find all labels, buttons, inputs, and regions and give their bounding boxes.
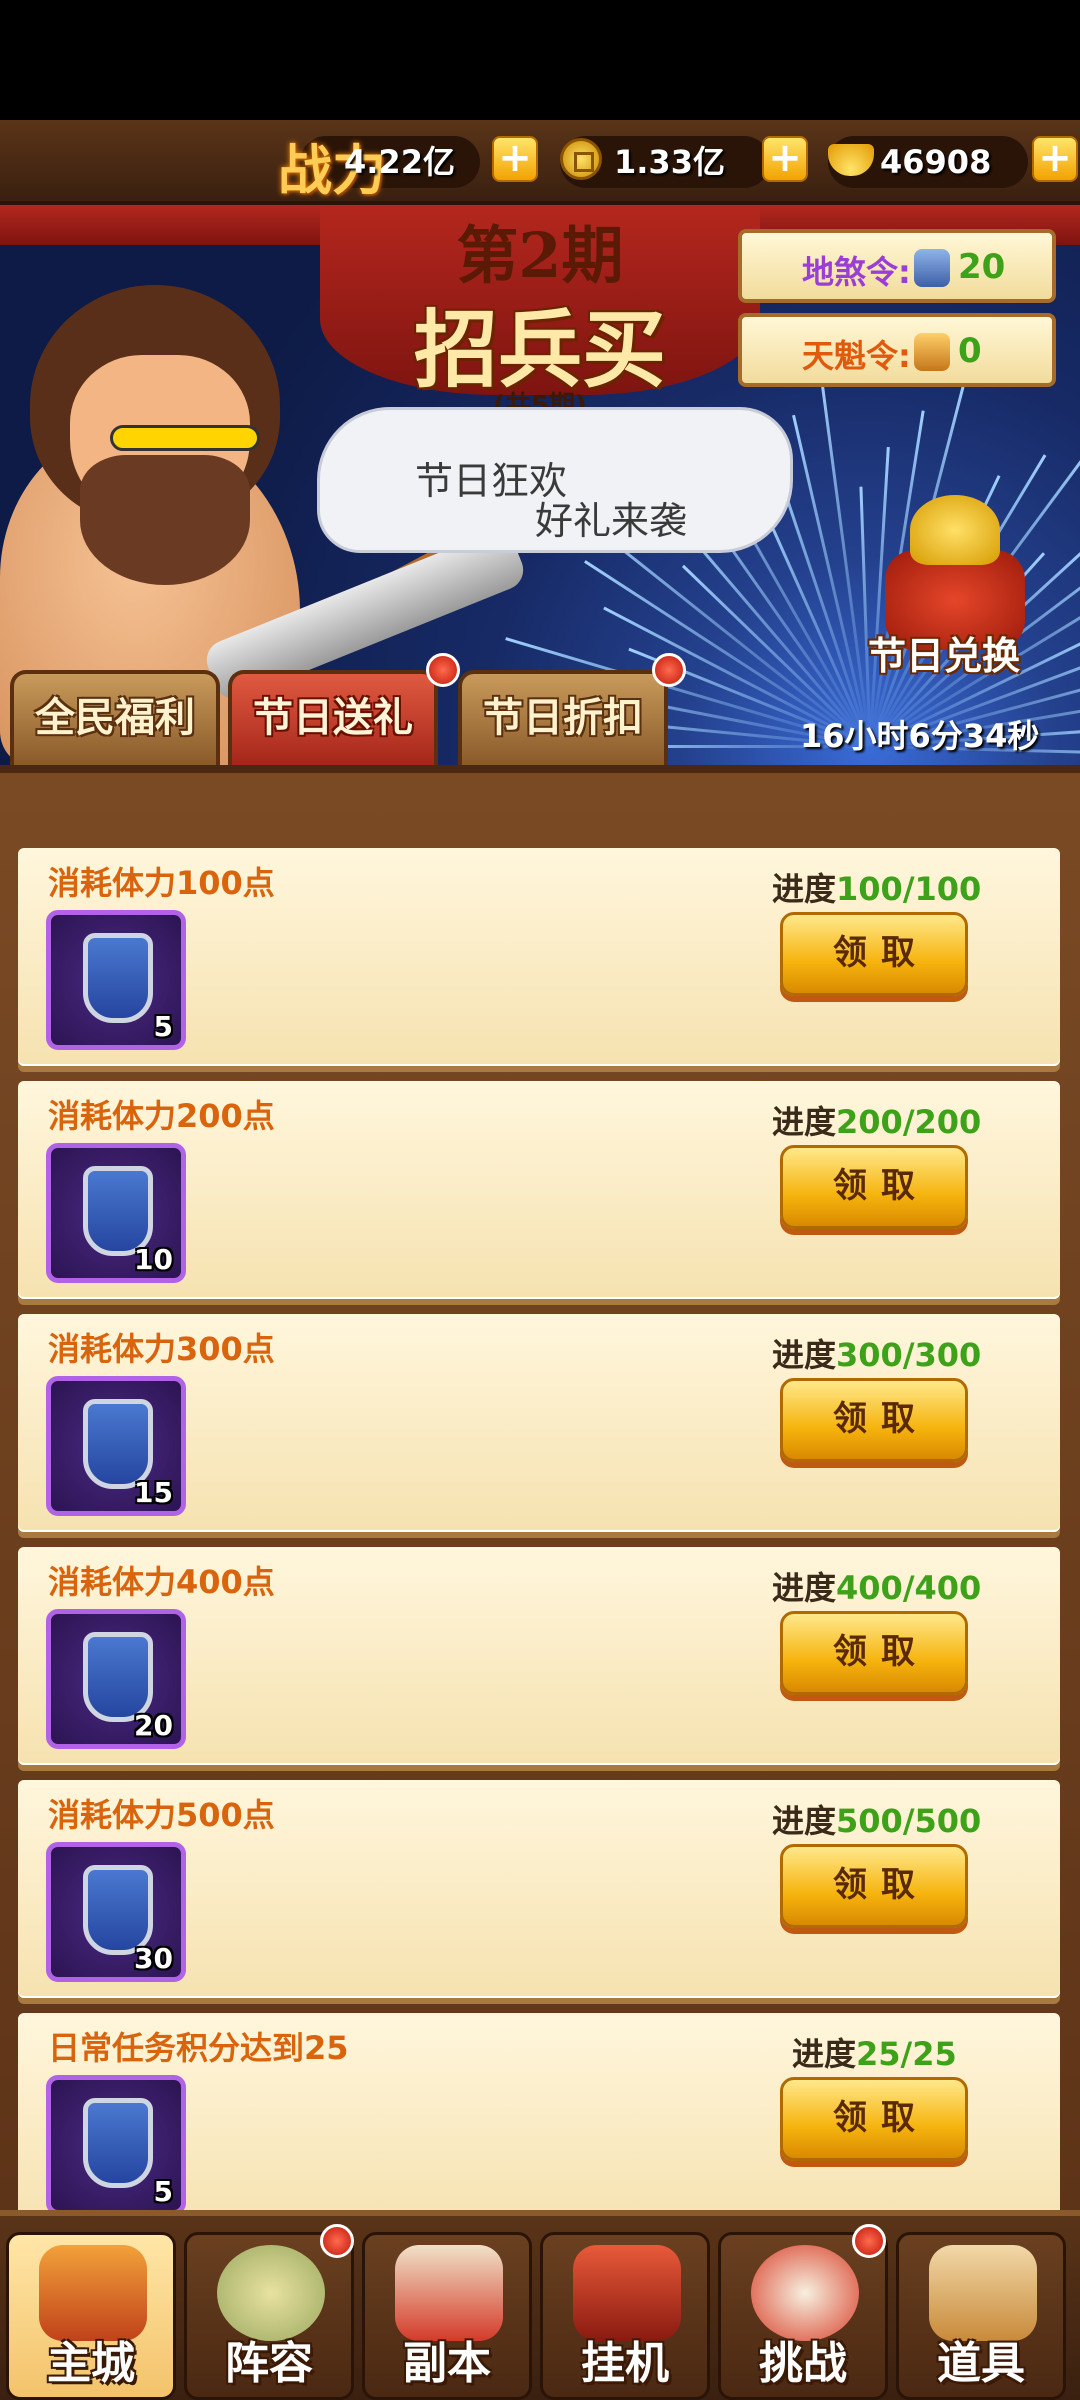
token-disha: 地煞令: 20: [738, 229, 1056, 303]
reward-count: 15: [134, 1476, 173, 1509]
gift-box-icon[interactable]: [880, 495, 1030, 650]
task-title: 消耗体力200点: [48, 1097, 275, 1135]
event-issue: 第2期: [456, 219, 624, 292]
coin-icon: [560, 138, 602, 180]
progress-label: 进度: [772, 1569, 837, 1607]
task-progress: 进度400/400: [772, 1563, 981, 1609]
token-tiankui-value: 0: [958, 331, 982, 371]
holiday-exchange-button[interactable]: 节日兑换: [868, 625, 1020, 680]
task-progress: 进度300/300: [772, 1330, 981, 1376]
task-title: 消耗体力400点: [48, 1563, 275, 1601]
reward-item[interactable]: 20: [46, 1609, 186, 1749]
slogan-line-2: 好礼来袭: [535, 499, 688, 543]
nav-label: 主城: [47, 2338, 135, 2389]
claim-button[interactable]: 领取: [780, 1844, 968, 1928]
nav-items[interactable]: 道具: [896, 2232, 1066, 2400]
claim-button[interactable]: 领取: [780, 2077, 968, 2161]
hero-beard: [80, 455, 250, 585]
reward-count: 5: [153, 2175, 173, 2208]
nav-dungeon[interactable]: 副本: [362, 2232, 532, 2400]
task-card: 消耗体力100点 5 进度100/100 领取: [18, 848, 1060, 1066]
progress-value: 300/300: [836, 1336, 982, 1374]
resource-bar: 战力 4.22亿 + 1.33亿 + 46908 +: [0, 120, 1080, 205]
coins-value: 1.33亿: [614, 143, 725, 181]
progress-label: 进度: [772, 1802, 837, 1840]
progress-label: 进度: [772, 1103, 837, 1141]
tab-universal-welfare[interactable]: 全民福利: [10, 670, 220, 765]
task-title: 消耗体力300点: [48, 1330, 275, 1368]
hero-sunglasses: [110, 425, 260, 451]
power-value: 4.22亿: [344, 143, 455, 181]
nav-main-city[interactable]: 主城: [6, 2232, 176, 2400]
reward-item[interactable]: 5: [46, 910, 186, 1050]
task-progress: 进度200/200: [772, 1097, 981, 1143]
progress-value: 200/200: [836, 1103, 982, 1141]
lineup-notification-dot: [320, 2224, 354, 2258]
reward-item[interactable]: 5: [46, 2075, 186, 2215]
progress-value: 500/500: [836, 1802, 982, 1840]
coins-add-button[interactable]: +: [762, 136, 808, 182]
nav-label: 挂机: [581, 2338, 669, 2389]
token-disha-value: 20: [958, 247, 1006, 287]
token-tiankui-label: 天魁令:: [802, 337, 911, 375]
task-list: 消耗体力100点 5 进度100/100 领取 消耗体力200点 10 进度20…: [0, 765, 1080, 2231]
task-card: 消耗体力300点 15 进度300/300 领取: [18, 1314, 1060, 1532]
reward-item[interactable]: 15: [46, 1376, 186, 1516]
task-title: 消耗体力500点: [48, 1796, 275, 1834]
task-title: 日常任务积分达到25: [48, 2029, 349, 2067]
task-card: 消耗体力200点 10 进度200/200 领取: [18, 1081, 1060, 1299]
claim-button[interactable]: 领取: [780, 1145, 968, 1229]
tab-holiday-discount[interactable]: 节日折扣: [458, 670, 668, 765]
progress-value: 400/400: [836, 1569, 982, 1607]
event-countdown: 16小时6分34秒: [800, 717, 1040, 755]
challenge-notification-dot: [852, 2224, 886, 2258]
ingots-add-button[interactable]: +: [1032, 136, 1078, 182]
nav-label: 阵容: [225, 2338, 313, 2389]
token-tiankui: 天魁令: 0: [738, 313, 1056, 387]
power-add-button[interactable]: +: [492, 136, 538, 182]
token-shield-icon: [83, 2098, 153, 2188]
token-disha-label: 地煞令:: [802, 253, 911, 291]
task-progress: 进度25/25: [792, 2029, 957, 2075]
nav-label: 道具: [937, 2338, 1025, 2389]
ingots-value: 46908: [880, 143, 992, 181]
gift-box-bow: [910, 495, 1000, 565]
task-title: 消耗体力100点: [48, 864, 275, 902]
progress-label: 进度: [772, 870, 837, 908]
reward-count: 20: [134, 1709, 173, 1742]
nav-label: 副本: [403, 2338, 491, 2389]
task-progress: 进度100/100: [772, 864, 981, 910]
claim-button[interactable]: 领取: [780, 1611, 968, 1695]
claim-button[interactable]: 领取: [780, 912, 968, 996]
progress-label: 进度: [792, 2035, 857, 2073]
reward-item[interactable]: 30: [46, 1842, 186, 1982]
disha-token-icon: [914, 249, 950, 287]
nav-label: 挑战: [759, 2338, 847, 2389]
task-card: 消耗体力500点 30 进度500/500 领取: [18, 1780, 1060, 1998]
nav-challenge[interactable]: 挑战: [718, 2232, 888, 2400]
reward-count: 30: [134, 1942, 173, 1975]
reward-count: 5: [153, 1010, 173, 1043]
bottom-nav: 主城 阵容 副本 挂机 挑战 道具: [0, 2210, 1080, 2400]
progress-label: 进度: [772, 1336, 837, 1374]
token-shield-icon: [83, 933, 153, 1023]
reward-count: 10: [134, 1243, 173, 1276]
task-card: 日常任务积分达到25 5 进度25/25 领取: [18, 2013, 1060, 2231]
status-bar: [0, 0, 1080, 120]
nav-lineup[interactable]: 阵容: [184, 2232, 354, 2400]
reward-item[interactable]: 10: [46, 1143, 186, 1283]
tiankui-token-icon: [914, 333, 950, 371]
event-banner: 第2期 招兵买马 (共5期) 节日狂欢 好礼来袭 地煞令: 20 天魁令: 0 …: [0, 205, 1080, 765]
tab-holiday-gifts[interactable]: 节日送礼: [228, 670, 438, 765]
holiday-gifts-notification-dot: [426, 653, 460, 687]
progress-value: 25/25: [856, 2035, 957, 2073]
task-card: 消耗体力400点 20 进度400/400 领取: [18, 1547, 1060, 1765]
nav-idle[interactable]: 挂机: [540, 2232, 710, 2400]
progress-value: 100/100: [836, 870, 982, 908]
task-progress: 进度500/500: [772, 1796, 981, 1842]
claim-button[interactable]: 领取: [780, 1378, 968, 1462]
holiday-discount-notification-dot: [652, 653, 686, 687]
